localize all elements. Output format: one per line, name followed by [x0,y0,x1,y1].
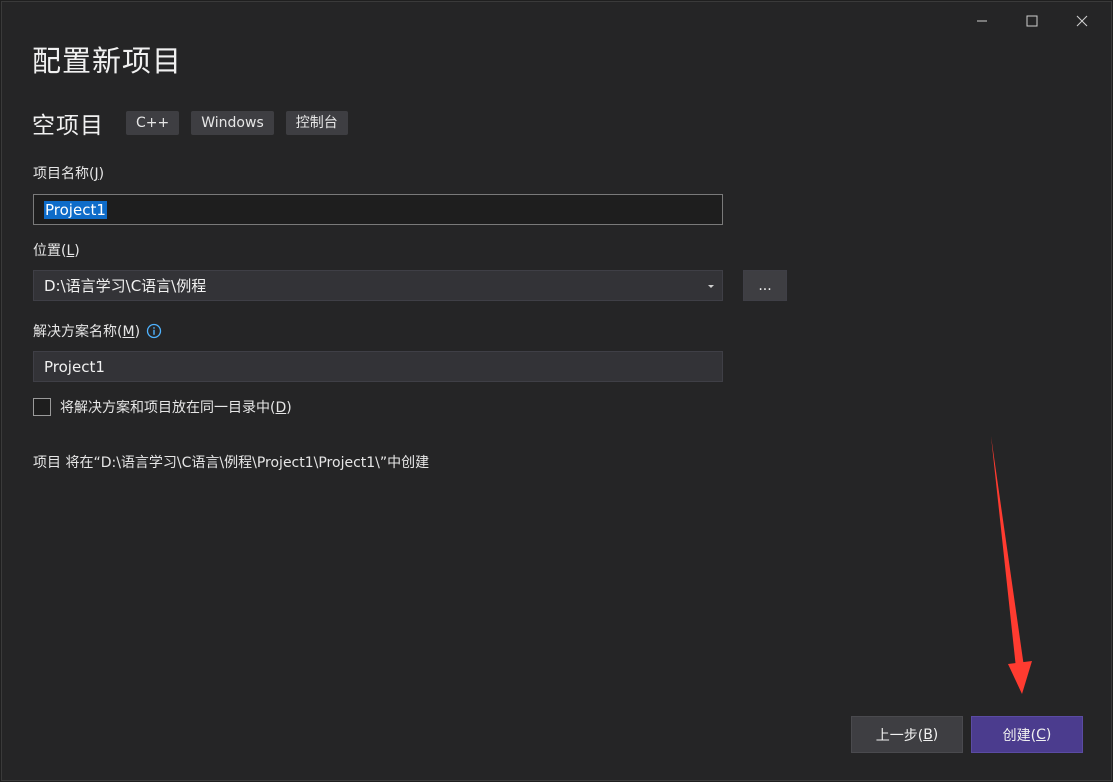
template-name: 空项目 [32,113,104,139]
create-button[interactable]: 创建(C) [971,716,1083,753]
tag-platform: Windows [191,111,274,135]
dialog-title: 配置新项目 [32,44,183,78]
close-icon [1076,15,1088,27]
solution-name-value: Project1 [44,357,105,376]
minimize-button[interactable] [957,6,1007,36]
project-path-info: 项目 将在“D:\语言学习\C语言\例程\Project1\Project1\”… [33,455,430,471]
solution-name-label: 解决方案名称(M) [33,321,162,341]
same-directory-option[interactable]: 将解决方案和项目放在同一目录中(D) [33,397,292,417]
same-directory-checkbox[interactable] [33,398,51,416]
tag-project-type: 控制台 [285,111,348,135]
location-value: D:\语言学习\C语言\例程 [44,277,207,295]
window-controls [957,6,1107,36]
same-directory-label: 将解决方案和项目放在同一目录中(D) [60,400,292,416]
location-combobox[interactable]: D:\语言学习\C语言\例程 [33,270,723,301]
chevron-down-icon[interactable] [705,280,717,292]
solution-name-input[interactable]: Project1 [33,351,723,382]
minimize-icon [977,20,987,22]
template-header: 空项目 C++ Windows 控制台 [32,106,360,140]
close-button[interactable] [1057,6,1107,36]
location-label: 位置(L) [33,243,80,259]
info-icon[interactable] [146,323,162,339]
configure-project-window: 配置新项目 空项目 C++ Windows 控制台 项目名称(J) Projec… [1,1,1112,781]
project-name-label: 项目名称(J) [33,166,105,182]
tag-language: C++ [126,111,180,135]
project-name-input[interactable]: Project1 [33,194,723,225]
browse-button[interactable]: ... [743,270,787,301]
project-name-value: Project1 [44,200,107,219]
maximize-button[interactable] [1007,6,1057,36]
maximize-icon [1026,15,1038,27]
back-button[interactable]: 上一步(B) [851,716,963,753]
